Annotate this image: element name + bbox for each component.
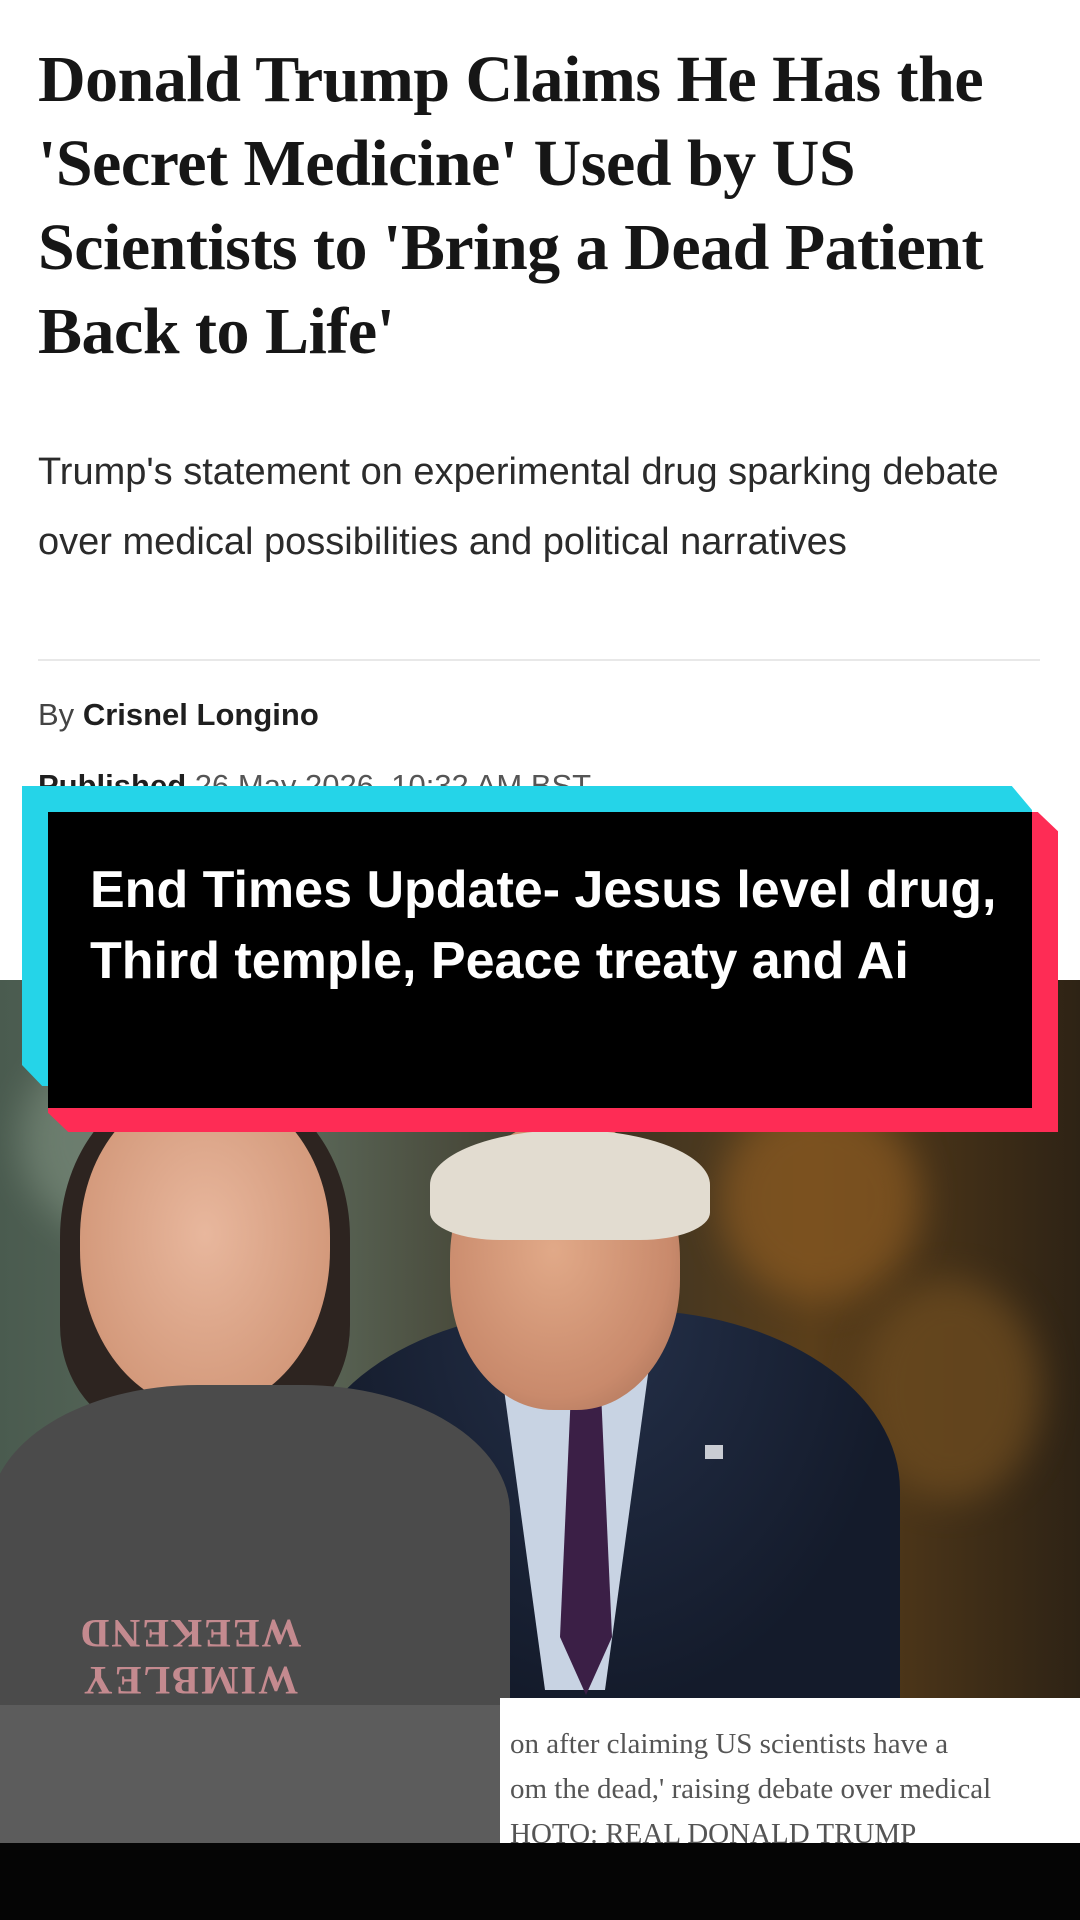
photo-caption: on after claiming US scientists have a o… [500, 1698, 1080, 1848]
video-title: End Times Update- Jesus level drug, Thir… [90, 861, 997, 990]
presenter-face [80, 1090, 330, 1410]
caption-line: om the dead,' raising debate over medica… [510, 1773, 992, 1805]
divider [38, 659, 1040, 661]
man-hair [430, 1130, 710, 1240]
shirt-graphic: WIMBLEY WEEKEND [78, 1611, 302, 1703]
caption-line: on after claiming US scientists have a [510, 1728, 949, 1760]
presenter-background [0, 1698, 510, 1848]
article-headline: Donald Trump Claims He Has the 'Secret M… [38, 43, 984, 368]
byline: By Crisnel Longino [38, 697, 319, 733]
flag-pin-icon [705, 1445, 723, 1459]
bottom-bar [0, 1843, 1080, 1920]
byline-prefix: By [38, 697, 75, 732]
author-link[interactable]: Crisnel Longino [83, 697, 319, 732]
article-subheadline: Trump's statement on experimental drug s… [38, 451, 999, 563]
